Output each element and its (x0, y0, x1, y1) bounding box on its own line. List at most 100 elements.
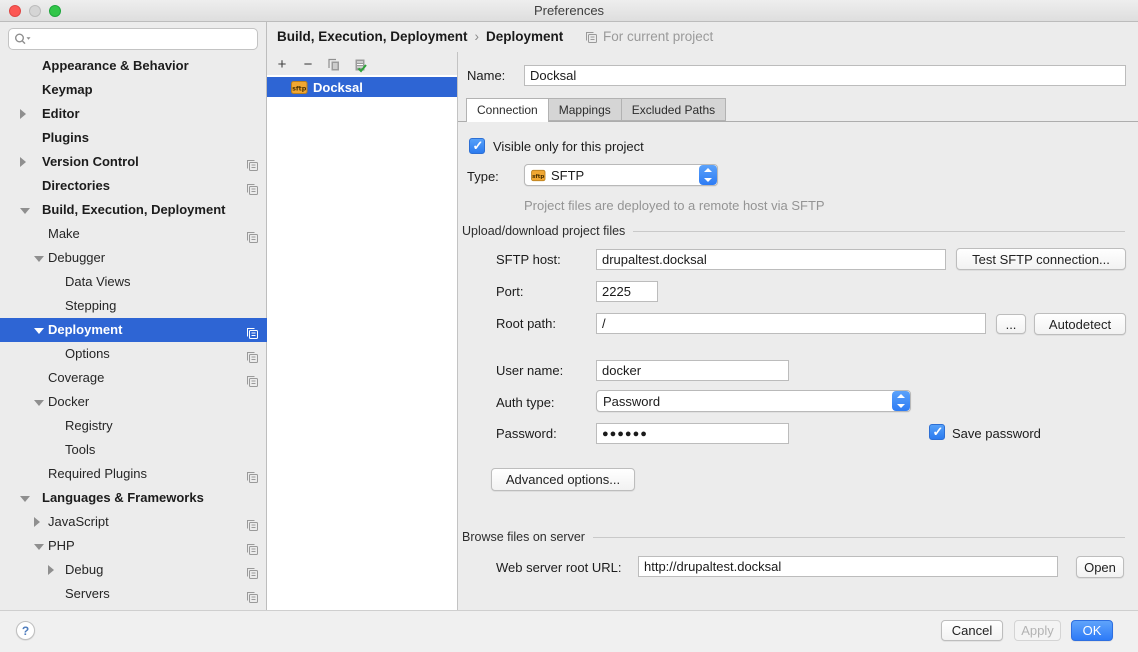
sidebar-item-docker[interactable]: Docker (0, 390, 267, 414)
port-input[interactable] (596, 281, 658, 302)
sidebar-item-servers[interactable]: Servers (0, 582, 267, 606)
sidebar-item-languages-frameworks[interactable]: Languages & Frameworks (0, 486, 267, 510)
tab-connection[interactable]: Connection (466, 98, 549, 122)
copy-icon (327, 58, 341, 72)
sidebar-item-tools[interactable]: Tools (0, 438, 267, 462)
sidebar-item-label: Data Views (0, 270, 131, 294)
sidebar-item-label: Languages & Frameworks (0, 486, 204, 510)
sidebar-item-make[interactable]: Make (0, 222, 267, 246)
chevron-right-icon[interactable] (34, 517, 40, 527)
password-input[interactable] (596, 423, 789, 444)
per-project-icon (246, 588, 259, 612)
sidebar-item-appearance-behavior[interactable]: Appearance & Behavior (0, 54, 267, 78)
sidebar-item-label: Coverage (0, 366, 104, 390)
copy-server-button[interactable] (326, 57, 342, 73)
save-password-checkbox[interactable] (929, 424, 945, 440)
apply-button[interactable]: Apply (1014, 620, 1061, 641)
cancel-button[interactable]: Cancel (941, 620, 1003, 641)
sidebar-item-label: Required Plugins (0, 462, 147, 486)
port-label: Port: (496, 281, 523, 302)
sidebar-item-label: Debugger (0, 246, 105, 270)
sidebar-item-label: Editor (0, 102, 80, 126)
chevron-down-icon[interactable] (20, 208, 30, 214)
breadcrumb: Build, Execution, Deployment›Deployment (277, 22, 563, 52)
chevron-right-icon[interactable] (20, 157, 26, 167)
chevron-down-icon[interactable] (34, 256, 44, 262)
for-current-project-badge: For current project (585, 22, 713, 52)
sidebar-item-keymap[interactable]: Keymap (0, 78, 267, 102)
sidebar-item-debugger[interactable]: Debugger (0, 246, 267, 270)
sidebar-item-php[interactable]: PHP (0, 534, 267, 558)
window-title: Preferences (0, 0, 1138, 21)
sidebar-item-coverage[interactable]: Coverage (0, 366, 267, 390)
browse-root-path-button[interactable]: ... (996, 314, 1026, 334)
test-sftp-connection-button[interactable]: Test SFTP connection... (956, 248, 1126, 270)
sidebar-item-stepping[interactable]: Stepping (0, 294, 267, 318)
sidebar-item-label: Appearance & Behavior (0, 54, 189, 78)
sidebar-item-label: Make (0, 222, 80, 246)
chevron-right-icon[interactable] (48, 565, 54, 575)
user-name-input[interactable] (596, 360, 789, 381)
chevron-down-icon[interactable] (34, 544, 44, 550)
ok-button[interactable]: OK (1071, 620, 1113, 641)
autodetect-button[interactable]: Autodetect (1034, 313, 1126, 335)
settings-sidebar: Appearance & BehaviorKeymapEditorPlugins… (0, 22, 267, 610)
password-label: Password: (496, 423, 557, 444)
search-icon (14, 32, 32, 46)
sidebar-item-debug[interactable]: Debug (0, 558, 267, 582)
sidebar-item-label: Docker (0, 390, 89, 414)
name-label: Name: (467, 65, 505, 86)
add-server-button[interactable]: + (274, 57, 290, 73)
remove-server-button[interactable]: − (300, 57, 316, 73)
user-name-label: User name: (496, 360, 563, 381)
advanced-options-button[interactable]: Advanced options... (491, 468, 635, 491)
tab-mappings[interactable]: Mappings (549, 98, 622, 121)
sidebar-item-label: Deployment (0, 318, 122, 342)
chevron-down-icon[interactable] (34, 328, 44, 334)
minimize-icon[interactable] (29, 5, 41, 17)
auth-type-select[interactable]: Password (596, 390, 911, 412)
sidebar-item-options[interactable]: Options (0, 342, 267, 366)
chevron-down-icon[interactable] (20, 496, 30, 502)
root-path-input[interactable] (596, 313, 986, 334)
settings-search-input[interactable] (8, 28, 258, 50)
upload-section-header: Upload/download project files (462, 224, 1125, 238)
visible-only-checkbox[interactable] (469, 138, 485, 154)
server-list-item-docksal[interactable]: sftp Docksal (267, 77, 457, 97)
sidebar-item-data-views[interactable]: Data Views (0, 270, 267, 294)
sftp-file-icon: sftp (531, 169, 546, 182)
sidebar-item-editor[interactable]: Editor (0, 102, 267, 126)
server-list-toolbar: + − (274, 55, 368, 75)
chevron-right-icon[interactable] (20, 109, 26, 119)
sftp-host-input[interactable] (596, 249, 946, 270)
name-input[interactable] (524, 65, 1126, 86)
breadcrumb-parent[interactable]: Build, Execution, Deployment (277, 29, 468, 44)
traffic-lights (9, 5, 61, 17)
sftp-host-label: SFTP host: (496, 249, 561, 270)
sidebar-item-registry[interactable]: Registry (0, 414, 267, 438)
server-list-panel: + − sftp (267, 52, 457, 610)
web-root-label: Web server root URL: (496, 557, 621, 578)
close-icon[interactable] (9, 5, 21, 17)
sidebar-item-label: Stepping (0, 294, 116, 318)
auth-type-label: Auth type: (496, 392, 555, 413)
sidebar-item-version-control[interactable]: Version Control (0, 150, 267, 174)
save-password-label: Save password (952, 423, 1041, 444)
sidebar-item-plugins[interactable]: Plugins (0, 126, 267, 150)
tab-bar: ConnectionMappingsExcluded Paths (466, 98, 726, 122)
sidebar-item-required-plugins[interactable]: Required Plugins (0, 462, 267, 486)
web-root-input[interactable] (638, 556, 1058, 577)
chevron-down-icon[interactable] (34, 400, 44, 406)
open-button[interactable]: Open (1076, 556, 1124, 578)
sidebar-item-deployment[interactable]: Deployment (0, 318, 267, 342)
help-button[interactable]: ? (16, 621, 35, 640)
tab-excluded-paths[interactable]: Excluded Paths (622, 98, 726, 121)
type-label: Type: (467, 166, 499, 187)
sidebar-item-directories[interactable]: Directories (0, 174, 267, 198)
dropdown-stepper-icon (892, 391, 910, 411)
use-as-default-button[interactable] (352, 57, 368, 73)
sidebar-item-javascript[interactable]: JavaScript (0, 510, 267, 534)
type-select[interactable]: sftp SFTP (524, 164, 718, 186)
sidebar-item-build-execution-deployment[interactable]: Build, Execution, Deployment (0, 198, 267, 222)
zoom-icon[interactable] (49, 5, 61, 17)
